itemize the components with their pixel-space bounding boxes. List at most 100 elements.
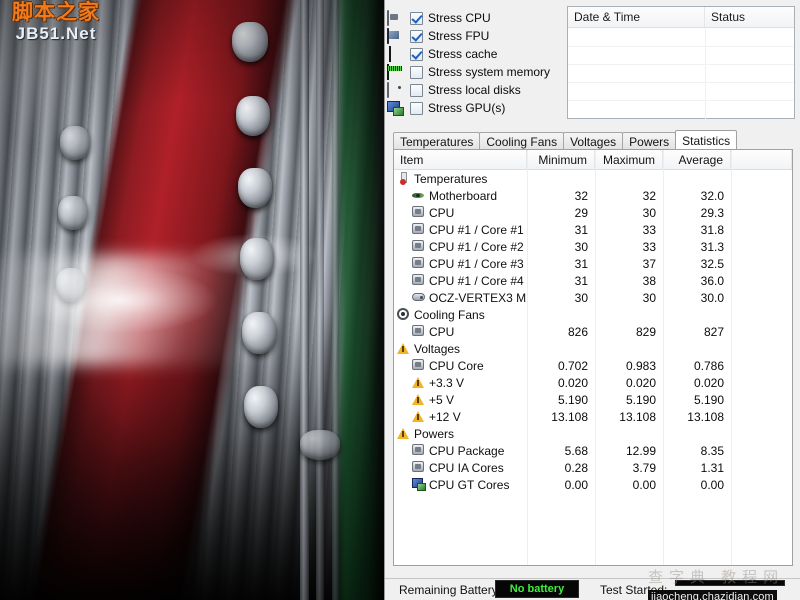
stress-cpu-label: Stress CPU xyxy=(428,11,491,25)
column-header-minimum[interactable]: Minimum xyxy=(527,150,595,169)
table-row[interactable]: CPU #1 / Core #3 31 37 32.5 xyxy=(394,255,792,272)
table-row[interactable]: +5 V 5.190 5.190 5.190 xyxy=(394,391,792,408)
monitor-icon xyxy=(387,9,403,26)
stat-avg-cell: 0.786 xyxy=(693,358,724,373)
stat-max-cell: 5.190 xyxy=(625,392,656,407)
stress-option-fpu[interactable]: Stress FPU xyxy=(387,27,562,45)
stress-fpu-checkbox[interactable] xyxy=(410,29,423,43)
tab-statistics[interactable]: Statistics xyxy=(675,130,738,149)
stat-item-label: Cooling Fans xyxy=(414,307,485,322)
memory-icon xyxy=(387,63,403,80)
stat-avg-cell: 0.00 xyxy=(700,477,724,492)
stress-memory-checkbox[interactable] xyxy=(410,65,423,79)
column-header-maximum[interactable]: Maximum xyxy=(595,150,663,169)
event-log-listview[interactable]: Date & Time Status xyxy=(567,6,795,119)
stat-max-cell: 38 xyxy=(642,273,656,288)
stress-option-cpu[interactable]: Stress CPU xyxy=(387,9,562,27)
stress-fpu-label: Stress FPU xyxy=(428,29,490,43)
stat-avg-cell: 32.0 xyxy=(700,188,724,203)
column-header-status[interactable]: Status xyxy=(705,7,794,27)
stat-min-cell: 32 xyxy=(574,188,588,203)
stress-option-cache[interactable]: Stress cache xyxy=(387,45,562,63)
stat-avg-cell: 29.3 xyxy=(700,205,724,220)
stat-item-label: +3.3 V xyxy=(429,375,465,390)
stat-min-cell: 31 xyxy=(574,256,588,271)
stress-cpu-checkbox[interactable] xyxy=(410,11,423,25)
stat-item-label: CPU #1 / Core #3 xyxy=(429,256,524,271)
hardware-photo xyxy=(0,0,384,600)
screenshot-root: 脚本之家 JB51.Net Stress CPU Stress FPU Stre… xyxy=(0,0,800,600)
statistics-table: Item Minimum Maximum Average Temperature… xyxy=(393,149,793,566)
stat-item-label: Voltages xyxy=(414,341,461,356)
warning-icon xyxy=(412,410,425,423)
stat-avg-cell: 31.8 xyxy=(700,222,724,237)
stat-item-cell: CPU #1 / Core #3 xyxy=(394,257,527,271)
stat-item-cell: CPU #1 / Core #4 xyxy=(394,274,527,288)
stat-avg-cell: 827 xyxy=(703,324,724,339)
table-row[interactable]: CPU #1 / Core #2 30 33 31.3 xyxy=(394,238,792,255)
stress-option-memory[interactable]: Stress system memory xyxy=(387,63,562,81)
battery-value: No battery xyxy=(495,580,579,598)
stat-item-cell: Temperatures xyxy=(394,172,527,186)
stat-item-label: CPU xyxy=(429,324,455,339)
fpu-icon xyxy=(387,27,403,44)
tab-voltages[interactable]: Voltages xyxy=(563,132,624,149)
table-row[interactable]: +3.3 V 0.020 0.020 0.020 xyxy=(394,374,792,391)
table-row[interactable]: CPU #1 / Core #1 31 33 31.8 xyxy=(394,221,792,238)
table-row[interactable]: CPU Core 0.702 0.983 0.786 xyxy=(394,357,792,374)
table-row[interactable]: CPU IA Cores 0.28 3.79 1.31 xyxy=(394,459,792,476)
table-row[interactable]: Voltages xyxy=(394,340,792,357)
gpu-icon xyxy=(412,478,426,491)
stress-option-disks[interactable]: Stress local disks xyxy=(387,81,562,99)
stat-item-label: +5 V xyxy=(429,392,455,407)
table-row[interactable]: CPU Package 5.68 12.99 8.35 xyxy=(394,442,792,459)
stat-max-cell: 30 xyxy=(642,290,656,305)
table-row[interactable]: Temperatures xyxy=(394,170,792,187)
column-header-datetime[interactable]: Date & Time xyxy=(568,7,705,27)
stat-max-cell: 13.108 xyxy=(619,409,656,424)
stat-min-cell: 31 xyxy=(574,222,588,237)
table-row[interactable]: CPU GT Cores 0.00 0.00 0.00 xyxy=(394,476,792,493)
stat-min-cell: 0.28 xyxy=(564,460,588,475)
stat-max-cell: 0.983 xyxy=(625,358,656,373)
watermark-chazidian: 查字典 教程网 jiaocheng.chazidian.com xyxy=(648,566,798,600)
stat-avg-cell: 5.190 xyxy=(693,392,724,407)
stat-avg-cell: 31.3 xyxy=(700,239,724,254)
table-row[interactable]: CPU 29 30 29.3 xyxy=(394,204,792,221)
table-row[interactable]: Powers xyxy=(394,425,792,442)
stat-max-cell: 32 xyxy=(642,188,656,203)
watermark-jb51: 脚本之家 JB51.Net xyxy=(4,1,108,43)
table-row[interactable]: Motherboard 32 32 32.0 xyxy=(394,187,792,204)
stat-min-cell: 30 xyxy=(574,290,588,305)
watermark-jb51-en: JB51.Net xyxy=(15,23,97,43)
stress-disks-checkbox[interactable] xyxy=(410,83,423,97)
table-row[interactable]: Cooling Fans xyxy=(394,306,792,323)
tab-powers[interactable]: Powers xyxy=(622,132,677,149)
stress-option-gpu[interactable]: Stress GPU(s) xyxy=(387,99,562,117)
stat-avg-cell: 1.31 xyxy=(700,460,724,475)
stat-item-cell: +12 V xyxy=(394,410,527,424)
stat-item-cell: +5 V xyxy=(394,393,527,407)
cpu-icon xyxy=(412,359,425,372)
stress-cache-checkbox[interactable] xyxy=(410,47,423,61)
stat-item-label: CPU xyxy=(429,205,455,220)
stat-min-cell: 29 xyxy=(574,205,588,220)
cpu-icon xyxy=(412,325,425,338)
stat-min-cell: 30 xyxy=(574,239,588,254)
table-row[interactable]: CPU #1 / Core #4 31 38 36.0 xyxy=(394,272,792,289)
column-header-average[interactable]: Average xyxy=(663,150,731,169)
table-row[interactable]: OCZ-VERTEX3 MI 30 30 30.0 xyxy=(394,289,792,306)
stat-max-cell: 33 xyxy=(642,239,656,254)
tab-cooling-fans[interactable]: Cooling Fans xyxy=(479,132,565,149)
warning-icon xyxy=(412,393,425,406)
tab-temperatures[interactable]: Temperatures xyxy=(393,132,481,149)
table-row[interactable]: +12 V 13.108 13.108 13.108 xyxy=(394,408,792,425)
statistics-table-body: Temperatures Motherboard 32 32 32.0 CPU 29 30 29… xyxy=(394,170,792,493)
column-header-item[interactable]: Item xyxy=(394,150,527,169)
fan-icon xyxy=(397,308,410,321)
stat-item-label: OCZ-VERTEX3 MI xyxy=(429,290,527,305)
gpu-icon xyxy=(387,101,403,116)
stat-item-label: CPU Package xyxy=(429,443,505,458)
table-row[interactable]: CPU 826 829 827 xyxy=(394,323,792,340)
stress-gpu-checkbox[interactable] xyxy=(410,101,423,115)
